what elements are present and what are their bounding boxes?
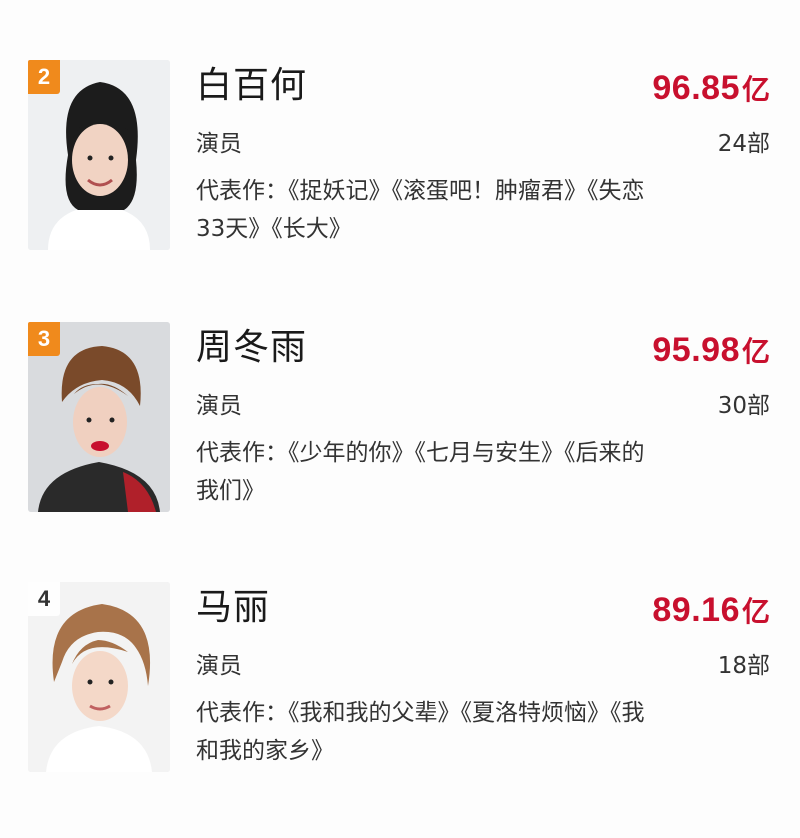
film-count: 30部: [717, 393, 770, 419]
box-office-value: 89.16: [652, 591, 740, 629]
box-office-total: 95.98亿: [652, 328, 770, 379]
box-office-value: 96.85: [652, 69, 740, 107]
box-office-unit: 亿: [741, 74, 770, 105]
box-office-unit: 亿: [741, 596, 770, 627]
actor-role: 演员: [196, 131, 242, 157]
works-prefix: 代表作：: [196, 178, 288, 204]
box-office-unit: 亿: [741, 336, 770, 367]
actor-name[interactable]: 马丽: [196, 586, 270, 630]
rank-badge: 4: [28, 582, 60, 616]
box-office-total: 89.16亿: [652, 588, 770, 639]
actor-name[interactable]: 周冬雨: [196, 326, 307, 370]
rank-badge: 2: [28, 60, 60, 94]
actor-role: 演员: [196, 393, 242, 419]
representative-works: 代表作：《少年的你》《七月与安生》《后来的我们》: [196, 434, 656, 510]
film-count: 24部: [717, 131, 770, 157]
film-count: 18部: [717, 653, 770, 679]
rank-badge: 3: [28, 322, 60, 356]
actor-role: 演员: [196, 653, 242, 679]
works-prefix: 代表作：: [196, 440, 288, 466]
actor-ranking-list: 2 白百何 96.85亿 演员 24部 代表作：《捉妖记》《滚蛋吧！肿瘤君》《失…: [0, 0, 800, 836]
box-office-total: 96.85亿: [652, 66, 770, 117]
representative-works: 代表作：《我和我的父辈》《夏洛特烦恼》《我和我的家乡》: [196, 694, 656, 770]
actor-name[interactable]: 白百何: [196, 64, 307, 108]
representative-works: 代表作：《捉妖记》《滚蛋吧！肿瘤君》《失恋33天》《长大》: [196, 172, 656, 248]
box-office-value: 95.98: [652, 331, 740, 369]
works-prefix: 代表作：: [196, 700, 288, 726]
ranking-card[interactable]: 3 周冬雨 95.98亿 演员 30部 代表作：《少年的你》《七月与安生》《后来…: [0, 318, 800, 578]
ranking-card[interactable]: 2 白百何 96.85亿 演员 24部 代表作：《捉妖记》《滚蛋吧！肿瘤君》《失…: [0, 56, 800, 316]
ranking-card[interactable]: 4 马丽 89.16亿 演员 18部 代表作：《我和我的父辈》《夏洛特烦恼》《我…: [0, 578, 800, 838]
